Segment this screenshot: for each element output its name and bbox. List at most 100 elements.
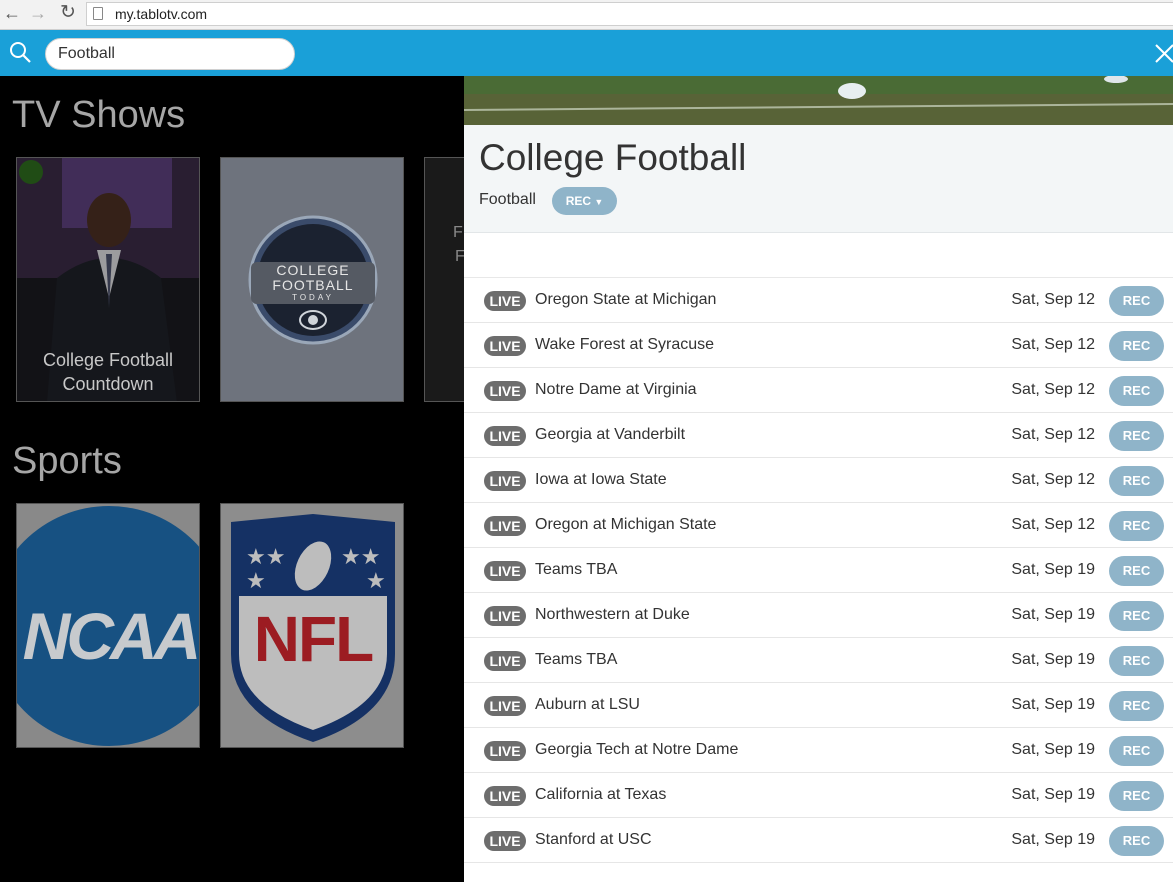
banner-field-image [464, 76, 1173, 125]
list-item[interactable]: LIVE Oregon at Michigan State Sat, Sep 1… [464, 503, 1173, 548]
search-icon[interactable] [8, 40, 32, 64]
live-badge: LIVE [484, 696, 526, 716]
list-item[interactable]: LIVE California at Texas Sat, Sep 19 REC [464, 773, 1173, 818]
show-header: College Football Football REC ▼ [464, 125, 1173, 233]
live-badge: LIVE [484, 831, 526, 851]
episode-title: Stanford at USC [535, 831, 652, 848]
episode-title: Notre Dame at Virginia [535, 381, 697, 398]
episode-date: Sat, Sep 19 [1011, 786, 1095, 803]
record-button[interactable]: REC [1109, 421, 1164, 451]
url-text[interactable]: my.tablotv.com [115, 6, 207, 22]
episode-date: Sat, Sep 12 [1011, 381, 1095, 398]
live-badge: LIVE [484, 381, 526, 401]
list-item[interactable]: LIVE Georgia Tech at Notre Dame Sat, Sep… [464, 728, 1173, 773]
episode-date: Sat, Sep 12 [1011, 471, 1095, 488]
record-button[interactable]: REC [1109, 826, 1164, 856]
episode-date: Sat, Sep 12 [1011, 336, 1095, 353]
show-banner-image [464, 76, 1173, 125]
back-arrow-icon[interactable]: ← [2, 3, 22, 23]
record-button[interactable]: REC [1109, 736, 1164, 766]
episode-date: Sat, Sep 12 [1011, 516, 1095, 533]
live-badge: LIVE [484, 561, 526, 581]
sport-tile-nfl[interactable]: ★★ ★★ ★ ★ NFL [220, 503, 404, 748]
partial-tile-text: F [453, 224, 463, 241]
tile-overlay [221, 504, 403, 747]
tile-caption-line1: College Football [42, 350, 174, 370]
caret-down-icon: ▼ [594, 197, 604, 207]
episode-date: Sat, Sep 19 [1011, 831, 1095, 848]
list-item[interactable]: LIVE Northwestern at Duke Sat, Sep 19 RE… [464, 593, 1173, 638]
episode-date: Sat, Sep 19 [1011, 561, 1095, 578]
forward-arrow-icon[interactable]: → [28, 3, 48, 23]
episode-date: Sat, Sep 19 [1011, 651, 1095, 668]
list-item[interactable]: LIVE Wake Forest at Syracuse Sat, Sep 12… [464, 323, 1173, 368]
live-badge: LIVE [484, 651, 526, 671]
sports-heading: Sports [12, 440, 122, 482]
record-button[interactable]: REC [1109, 331, 1164, 361]
list-item[interactable]: LIVE Notre Dame at Virginia Sat, Sep 12 … [464, 368, 1173, 413]
search-input[interactable] [45, 38, 295, 70]
record-series-label: REC [565, 194, 592, 208]
live-badge: LIVE [484, 336, 526, 356]
record-button[interactable]: REC [1109, 691, 1164, 721]
partial-tile-text: F [455, 248, 464, 265]
record-button[interactable]: REC [1109, 601, 1164, 631]
episode-title: Oregon State at Michigan [535, 291, 717, 308]
episode-title: Northwestern at Duke [535, 606, 690, 623]
show-detail-panel: College Football Football REC ▼ LIVE Ore… [464, 76, 1173, 882]
live-badge: LIVE [484, 471, 526, 491]
episode-title: Georgia Tech at Notre Dame [535, 741, 739, 758]
show-genre: Football [479, 191, 536, 208]
record-button[interactable]: REC [1109, 511, 1164, 541]
list-item[interactable]: LIVE Teams TBA Sat, Sep 19 REC [464, 638, 1173, 683]
episode-title: Auburn at LSU [535, 696, 640, 713]
list-item[interactable]: LIVE Oregon State at Michigan Sat, Sep 1… [464, 278, 1173, 323]
episode-date: Sat, Sep 19 [1011, 696, 1095, 713]
sport-tile-ncaa[interactable]: NCAA [16, 503, 200, 748]
episode-title: Oregon at Michigan State [535, 516, 717, 533]
episode-date: Sat, Sep 19 [1011, 606, 1095, 623]
reload-icon[interactable]: ↻ [58, 3, 78, 23]
live-badge: LIVE [484, 606, 526, 626]
episode-date: Sat, Sep 12 [1011, 426, 1095, 443]
page-icon [93, 7, 103, 20]
live-badge: LIVE [484, 426, 526, 446]
record-button[interactable]: REC [1109, 781, 1164, 811]
episode-title: Teams TBA [535, 561, 618, 578]
record-button[interactable]: REC [1109, 556, 1164, 586]
list-item[interactable]: LIVE Stanford at USC Sat, Sep 19 REC [464, 818, 1173, 863]
list-item[interactable]: LIVE Auburn at LSU Sat, Sep 19 REC [464, 683, 1173, 728]
episode-title: Wake Forest at Syracuse [535, 336, 715, 353]
record-button[interactable]: REC [1109, 376, 1164, 406]
episode-date: Sat, Sep 19 [1011, 741, 1095, 758]
show-tile-partial[interactable]: F F [424, 157, 464, 402]
tile-overlay [17, 504, 199, 747]
episode-list: LIVE Oregon State at Michigan Sat, Sep 1… [464, 278, 1173, 863]
close-icon[interactable] [1153, 42, 1173, 64]
list-item[interactable]: LIVE Teams TBA Sat, Sep 19 REC [464, 548, 1173, 593]
live-badge: LIVE [484, 291, 526, 311]
tv-shows-heading: TV Shows [12, 94, 186, 136]
browser-toolbar: ← → ↻ my.tablotv.com [0, 0, 1173, 30]
live-badge: LIVE [484, 741, 526, 761]
episode-title: Teams TBA [535, 651, 618, 668]
search-bar [0, 30, 1173, 76]
tile-caption-line2: Countdown [62, 374, 154, 394]
list-item[interactable]: LIVE Georgia at Vanderbilt Sat, Sep 12 R… [464, 413, 1173, 458]
show-title: College Football [479, 137, 747, 178]
record-series-button[interactable]: REC ▼ [552, 187, 617, 215]
episode-title: California at Texas [535, 786, 667, 803]
list-item[interactable]: LIVE Iowa at Iowa State Sat, Sep 12 REC [464, 458, 1173, 503]
record-button[interactable]: REC [1109, 466, 1164, 496]
episode-title: Georgia at Vanderbilt [535, 426, 686, 443]
show-tile-college-football-today[interactable]: COLLEGE FOOTBALL TODAY [220, 157, 404, 402]
episode-date: Sat, Sep 12 [1011, 291, 1095, 308]
episode-title: Iowa at Iowa State [535, 471, 667, 488]
list-header-spacer [464, 233, 1173, 278]
show-tile-college-football-countdown[interactable]: College Football Countdown [16, 157, 200, 402]
record-button[interactable]: REC [1109, 286, 1164, 316]
record-button[interactable]: REC [1109, 646, 1164, 676]
address-bar[interactable]: my.tablotv.com [86, 2, 1173, 26]
live-badge: LIVE [484, 786, 526, 806]
live-badge: LIVE [484, 516, 526, 536]
